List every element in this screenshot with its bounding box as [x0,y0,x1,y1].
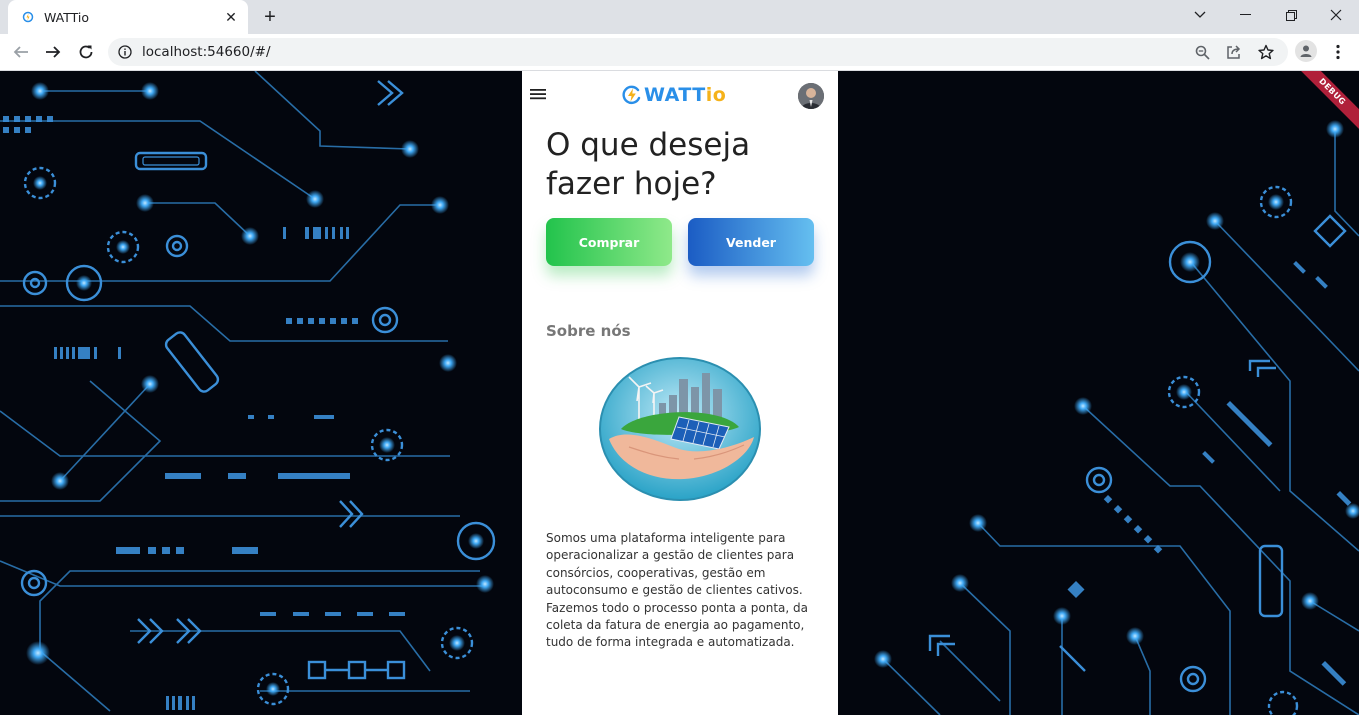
minimize-icon[interactable] [1222,0,1268,30]
share-icon[interactable] [1225,43,1243,61]
browser-toolbar: localhost:54660/#/ [0,34,1359,71]
logo-text-io: io [705,84,727,106]
logo-text-watt: WATT [644,84,706,106]
zoom-icon[interactable] [1193,43,1211,61]
page-headline: O que deseja fazer hoje? [546,127,751,202]
url-text[interactable]: localhost:54660/#/ [142,44,271,60]
buy-button[interactable]: Comprar [546,218,672,266]
page-viewport: DEBUG WATT io O que deseja fazer hoje? C… [0,71,1359,715]
tab-strip: WATTio ✕ + [0,0,1359,34]
reload-icon[interactable] [73,39,99,65]
tab-search-chevron-icon[interactable] [1177,0,1223,30]
about-description: Somos uma plataforma inteligente para op… [546,531,809,650]
new-tab-plus-icon[interactable]: + [259,6,281,28]
tab-close-icon[interactable]: ✕ [223,9,239,25]
hamburger-menu-icon[interactable] [530,87,546,101]
green-energy-illustration [599,357,761,501]
app-panel: WATT io O que deseja fazer hoje? Comprar… [522,71,838,715]
about-section-title: Sobre nós [546,322,631,340]
tab-title: WATTio [44,10,90,25]
user-avatar[interactable] [798,83,824,109]
window-close-icon[interactable] [1313,0,1359,30]
lightning-bolt-icon [622,85,641,105]
forward-arrow-icon[interactable] [40,39,66,65]
bookmark-star-icon[interactable] [1257,43,1275,61]
sell-button[interactable]: Vender [688,218,814,266]
wattio-favicon-icon [22,11,34,23]
address-bar[interactable]: localhost:54660/#/ [108,38,1288,66]
profile-person-icon[interactable] [1295,40,1317,62]
back-arrow-icon[interactable] [8,39,34,65]
site-info-icon[interactable] [118,45,132,59]
browser-menu-kebab-icon[interactable] [1328,40,1348,64]
browser-tab[interactable]: WATTio ✕ [8,0,248,34]
wattio-logo: WATT io [622,83,726,107]
restore-icon[interactable] [1268,0,1314,30]
